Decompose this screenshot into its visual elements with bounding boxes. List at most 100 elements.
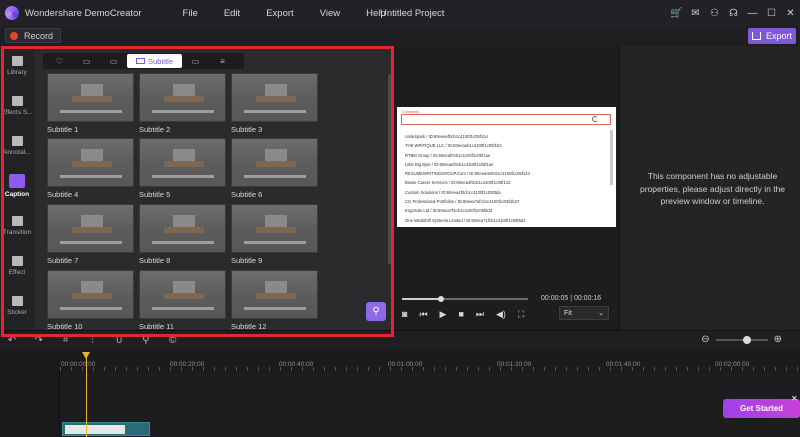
export-button[interactable]: Export <box>748 28 796 44</box>
maximize-icon[interactable]: ☐ <box>762 8 781 19</box>
tab-list[interactable]: ≡ <box>209 54 236 68</box>
search-button[interactable]: ⚲ <box>366 302 386 321</box>
preview-list-scrollbar <box>610 130 613 185</box>
menu-edit[interactable]: Edit <box>224 8 240 19</box>
export-icon <box>751 32 761 40</box>
thumbnail-image <box>231 270 318 319</box>
caption-panel: ♡ ▭ ▭ Subtitle ▭ ≡ Subtitle 1 Subtitle 2… <box>34 46 394 330</box>
record-button[interactable]: Record <box>5 28 62 43</box>
menu-bar: File Edit Export View Help <box>183 8 412 19</box>
menu-view[interactable]: View <box>320 8 340 19</box>
close-icon[interactable]: ✕ <box>791 394 798 403</box>
cart-icon[interactable]: 🛒 <box>667 8 686 19</box>
tab-caption-box[interactable]: ▭ <box>182 54 209 68</box>
playhead[interactable] <box>82 352 90 437</box>
preview-canvas[interactable]: Company codeSpark / ID:60eeaef0cb1c4100f… <box>397 107 616 227</box>
sidebar-item-label: Effects S... <box>1 109 33 116</box>
subtitle-grid: Subtitle 1 Subtitle 2 Subtitle 3 Subtitl… <box>47 73 343 330</box>
tab-subtitle[interactable]: Subtitle <box>127 54 182 68</box>
thumbnail-image <box>231 204 318 253</box>
subtitle-thumbnail[interactable]: Subtitle 1 <box>47 73 134 134</box>
zoom-slider-handle[interactable] <box>742 335 751 344</box>
list-item: THE WRITIQUE LLC / ID:60eeaeb1c4100f1c05… <box>405 143 502 149</box>
snapshot-icon[interactable]: ◙ <box>402 309 407 319</box>
clip-thumbnail <box>65 425 125 434</box>
zoom-slider[interactable] <box>715 335 768 344</box>
tab-favorites[interactable]: ♡ <box>46 54 73 68</box>
sidebar-item-effects-s[interactable]: Effects S... <box>0 96 34 116</box>
marker-icon[interactable]: ⚲ <box>134 335 158 346</box>
thumbnail-image <box>139 138 226 187</box>
subtitle-thumbnail[interactable]: Subtitle 8 <box>139 204 226 265</box>
mail-icon[interactable]: ✉ <box>686 8 705 19</box>
chevron-down-icon: ⌄ <box>598 310 604 317</box>
caption-scrollbar[interactable] <box>388 74 392 264</box>
subtitle-thumbnail[interactable]: Subtitle 5 <box>139 138 226 199</box>
sidebar-item-transition[interactable]: Transition <box>0 216 34 236</box>
sidebar-item-effect[interactable]: Effect <box>0 256 34 276</box>
list-item: codeSpark / ID:60eeaef0cb1c4100f1c05f1b4 <box>405 134 488 139</box>
user-icon[interactable]: ⚇ <box>705 8 724 19</box>
zoom-out-icon[interactable]: ⊖ <box>701 334 709 345</box>
next-frame-icon[interactable]: ⏭ <box>476 309 484 320</box>
sidebar-item-caption[interactable]: Caption <box>0 174 34 198</box>
subtitle-thumbnail[interactable]: Subtitle 3 <box>231 73 318 134</box>
thumbnail-image <box>47 73 134 122</box>
copyright-icon[interactable]: © <box>161 335 185 346</box>
subtitle-thumbnail[interactable]: Subtitle 2 <box>139 73 226 134</box>
sidebar-item-sticker[interactable]: Sticker <box>0 296 34 316</box>
previous-frame-icon[interactable]: ⏮ <box>419 309 427 320</box>
progress-fill <box>402 298 442 300</box>
caption-icon <box>9 174 25 188</box>
undo-icon[interactable]: ↶ <box>0 335 24 346</box>
subtitle-thumbnail[interactable]: Subtitle 6 <box>231 138 318 199</box>
subtitle-thumbnail[interactable]: Subtitle 9 <box>231 204 318 265</box>
get-started-button[interactable]: Get Started <box>723 399 800 418</box>
thumbnail-image <box>139 270 226 319</box>
progress-handle[interactable] <box>438 296 445 302</box>
play-icon[interactable]: ▶ <box>440 309 447 320</box>
timeline-toolbar: ↶ ↷ ⌗ ⫶ ∪ ⚲ © ⊖ ⊕ <box>0 330 800 350</box>
effect-wand-icon <box>11 256 23 266</box>
tab-lower-third[interactable]: ▭ <box>100 54 127 68</box>
playback-progress[interactable] <box>402 296 528 302</box>
menu-file[interactable]: File <box>183 8 198 19</box>
subtitle-thumbnail[interactable]: Subtitle 12 <box>231 270 318 330</box>
timeline-clip[interactable] <box>62 422 150 436</box>
thumbnail-image <box>47 204 134 253</box>
subtitle-thumbnail[interactable]: Subtitle 7 <box>47 204 134 265</box>
subtitle-icon <box>135 58 145 64</box>
close-icon[interactable]: ✕ <box>781 8 800 19</box>
subtitle-thumbnail[interactable]: Subtitle 11 <box>139 270 226 330</box>
sidebar-item-annotation[interactable]: Annotat... <box>0 136 34 156</box>
thumbnail-label: Subtitle 4 <box>47 190 79 199</box>
split-icon[interactable]: ⫶ <box>80 335 104 346</box>
minimize-icon[interactable]: — <box>743 8 762 19</box>
tab-title[interactable]: ▭ <box>73 54 100 68</box>
effects-icon <box>11 96 23 106</box>
zoom-select[interactable]: Fit ⌄ <box>559 306 609 320</box>
redo-icon[interactable]: ↷ <box>27 335 51 346</box>
properties-message: This component has no adjustable propert… <box>639 171 786 206</box>
crop-icon[interactable]: ⌗ <box>54 335 78 346</box>
playhead-handle[interactable] <box>82 352 90 359</box>
menu-export[interactable]: Export <box>266 8 293 19</box>
volume-icon[interactable]: ◀) <box>496 309 506 320</box>
stop-icon[interactable]: ■ <box>458 309 463 319</box>
zoom-in-icon[interactable]: ⊕ <box>774 334 782 345</box>
magnet-icon[interactable]: ∪ <box>107 335 131 346</box>
support-icon[interactable]: ☊ <box>724 8 743 19</box>
thumbnail-label: Subtitle 10 <box>47 322 83 330</box>
fullscreen-icon[interactable]: ⛶ <box>518 309 524 320</box>
timeline-ruler[interactable]: 00:00:00:00 00:00:20:00 00:00:40:00 00:0… <box>0 350 800 372</box>
subtitle-thumbnail[interactable]: Subtitle 4 <box>47 138 134 199</box>
thumbnail-label: Subtitle 7 <box>47 256 79 265</box>
preview-company-field <box>401 114 611 125</box>
preview-company-list: codeSpark / ID:60eeaef0cb1c4100f1c05f1b4… <box>405 132 530 225</box>
thumbnail-image <box>139 73 226 122</box>
list-item: Little Big Byte / ID:60eeaef0cb1c4100f1c… <box>405 161 494 167</box>
annotation-icon <box>11 136 23 146</box>
library-icon <box>11 56 23 66</box>
subtitle-thumbnail[interactable]: Subtitle 10 <box>47 270 134 330</box>
sidebar-item-library[interactable]: Library <box>0 56 34 76</box>
